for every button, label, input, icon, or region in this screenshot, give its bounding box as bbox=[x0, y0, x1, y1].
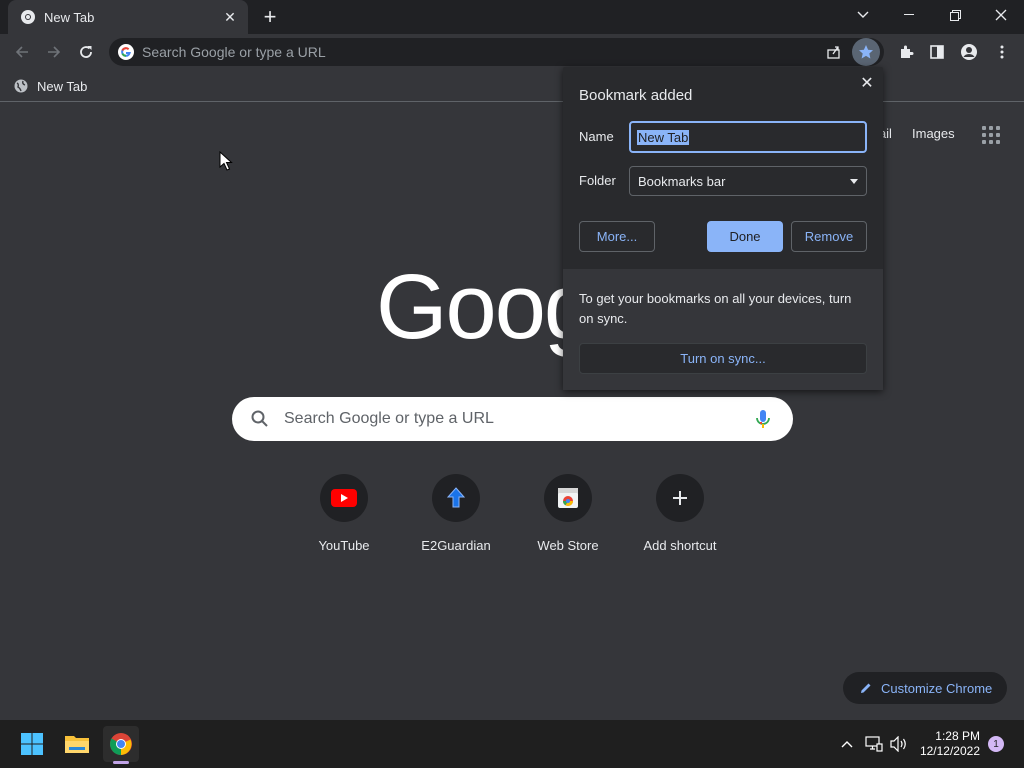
active-app-indicator bbox=[113, 761, 129, 764]
shortcut-web-store[interactable]: Web Store bbox=[512, 474, 624, 553]
share-icon[interactable] bbox=[820, 38, 848, 66]
search-placeholder: Search Google or type a URL bbox=[284, 410, 494, 427]
side-panel-icon[interactable] bbox=[923, 38, 951, 66]
tab-search-icon[interactable] bbox=[840, 0, 886, 30]
microphone-icon[interactable] bbox=[751, 407, 775, 431]
minimize-button[interactable] bbox=[886, 0, 932, 30]
shortcut-add[interactable]: Add shortcut bbox=[624, 474, 736, 553]
clock-date: 12/12/2022 bbox=[919, 744, 980, 758]
bookmark-star-button[interactable] bbox=[852, 38, 880, 66]
sync-promo: To get your bookmarks on all your device… bbox=[563, 269, 883, 390]
turn-on-sync-button[interactable]: Turn on sync... bbox=[579, 343, 867, 374]
remove-button[interactable]: Remove bbox=[791, 221, 867, 252]
more-button[interactable]: More... bbox=[579, 221, 655, 252]
start-button[interactable] bbox=[14, 726, 50, 762]
bookmark-added-dialog: Bookmark added ✕ Name New Tab Folder Boo… bbox=[563, 67, 883, 390]
tab-title: New Tab bbox=[44, 9, 95, 25]
taskbar: 1:28 PM 12/12/2022 bbox=[0, 720, 1024, 768]
forward-button[interactable] bbox=[40, 38, 68, 66]
shortcut-youtube[interactable]: YouTube bbox=[288, 474, 400, 553]
mouse-cursor-icon bbox=[219, 151, 233, 171]
bookmark-item[interactable]: New Tab bbox=[14, 76, 87, 96]
google-g-icon bbox=[118, 44, 134, 60]
system-clock[interactable]: 1:28 PM 12/12/2022 bbox=[916, 729, 980, 759]
chrome-icon bbox=[21, 10, 35, 24]
windows-icon bbox=[21, 733, 43, 755]
shortcut-label: YouTube bbox=[318, 538, 370, 553]
done-button[interactable]: Done bbox=[707, 221, 783, 252]
customize-chrome-button[interactable]: Customize Chrome bbox=[843, 672, 1007, 704]
notification-badge[interactable]: 1 bbox=[988, 736, 1004, 752]
profile-icon[interactable] bbox=[955, 38, 983, 66]
close-window-button[interactable] bbox=[978, 0, 1024, 30]
search-box[interactable]: Search Google or type a URL bbox=[232, 397, 793, 441]
shortcut-label: E2Guardian bbox=[421, 538, 491, 553]
apps-grid-icon[interactable] bbox=[982, 126, 1000, 144]
shortcut-label: Add shortcut bbox=[643, 538, 717, 553]
clock-time: 1:28 PM bbox=[935, 729, 980, 743]
folder-select[interactable]: Bookmarks bar bbox=[629, 166, 867, 196]
back-button[interactable] bbox=[8, 38, 36, 66]
tab-close-icon[interactable]: ✕ bbox=[222, 9, 238, 26]
menu-icon[interactable] bbox=[988, 38, 1016, 66]
reload-button[interactable] bbox=[72, 38, 100, 66]
tab-strip: New Tab ✕ + bbox=[0, 0, 1024, 34]
name-field-value: New Tab bbox=[637, 129, 690, 145]
folder-select-value: Bookmarks bar bbox=[638, 173, 726, 189]
toolbar: Search Google or type a URL bbox=[0, 34, 1024, 70]
chrome-icon bbox=[110, 733, 132, 755]
chevron-down-icon bbox=[850, 178, 858, 184]
chevron-up-icon[interactable] bbox=[837, 734, 857, 754]
network-icon[interactable] bbox=[864, 734, 884, 754]
volume-icon[interactable] bbox=[889, 734, 909, 754]
customize-label: Customize Chrome bbox=[881, 680, 993, 696]
omnibox[interactable]: Search Google or type a URL bbox=[109, 38, 884, 66]
folder-icon bbox=[65, 736, 89, 753]
youtube-icon bbox=[331, 489, 357, 507]
dialog-close-icon[interactable]: ✕ bbox=[858, 75, 876, 93]
pencil-icon bbox=[861, 683, 871, 693]
new-tab-button[interactable]: + bbox=[258, 5, 282, 29]
bookmark-label: New Tab bbox=[37, 78, 88, 94]
folder-label: Folder bbox=[579, 173, 616, 188]
images-link[interactable]: Images bbox=[912, 126, 955, 141]
extensions-icon[interactable] bbox=[892, 38, 920, 66]
restore-button[interactable] bbox=[932, 0, 978, 30]
file-explorer-button[interactable] bbox=[59, 726, 95, 762]
name-label: Name bbox=[579, 129, 614, 144]
omnibox-placeholder: Search Google or type a URL bbox=[142, 44, 326, 60]
e2guardian-icon bbox=[446, 487, 466, 508]
globe-icon bbox=[14, 79, 28, 93]
sync-promo-text: To get your bookmarks on all your device… bbox=[579, 291, 852, 326]
web-store-icon bbox=[558, 488, 578, 508]
plus-icon bbox=[673, 491, 687, 505]
search-icon bbox=[251, 410, 268, 427]
shortcut-e2guardian[interactable]: E2Guardian bbox=[400, 474, 512, 553]
star-icon bbox=[859, 45, 873, 59]
tab-new-tab[interactable]: New Tab ✕ bbox=[8, 0, 248, 34]
dialog-title: Bookmark added bbox=[579, 87, 693, 104]
chrome-taskbar-button[interactable] bbox=[103, 726, 139, 762]
shortcut-label: Web Store bbox=[537, 538, 599, 553]
bookmark-name-field[interactable]: New Tab bbox=[629, 121, 867, 153]
